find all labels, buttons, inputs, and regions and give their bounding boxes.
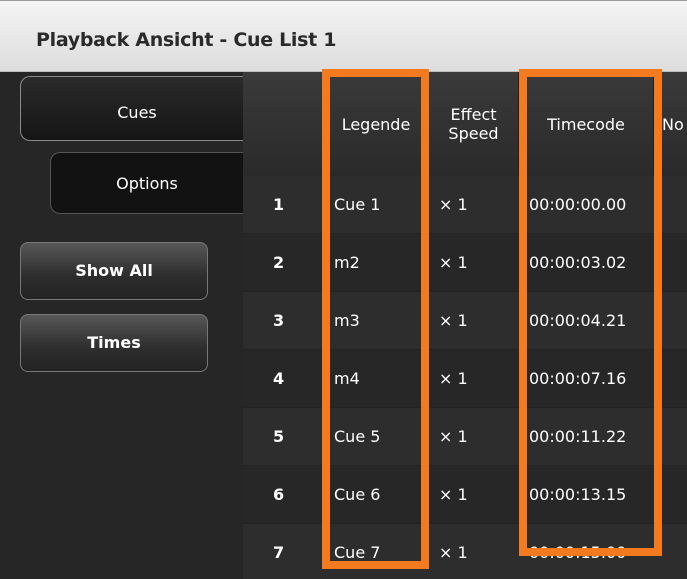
header-legende[interactable]: Legende (323, 72, 428, 176)
cue-timecode[interactable]: 00:00:03.02 (529, 234, 659, 292)
cue-timecode[interactable]: 00:00:00.00 (529, 176, 659, 234)
cue-timecode[interactable]: 00:00:11.22 (529, 408, 659, 466)
cue-effect-speed[interactable]: × 1 (439, 176, 509, 234)
header-next[interactable]: No (653, 72, 687, 176)
table-row[interactable]: 7 Cue 7 × 1 00:00:15.00 (243, 524, 687, 579)
cue-effect-speed[interactable]: × 1 (439, 234, 509, 292)
header-effect-speed[interactable]: Effect Speed (428, 72, 518, 176)
cue-number: 3 (273, 311, 285, 330)
table-row[interactable]: 5 Cue 5 × 1 00:00:11.22 (243, 408, 687, 466)
cue-number: 4 (273, 369, 285, 388)
cue-effect-speed[interactable]: × 1 (439, 350, 509, 408)
header-number[interactable] (243, 72, 323, 176)
cue-number: 1 (273, 195, 285, 214)
window-title: Playback Ansicht - Cue List 1 (36, 29, 337, 51)
cue-table: Legende Effect Speed Timecode No 1 Cue 1… (243, 72, 687, 579)
tab-options[interactable]: Options (50, 152, 243, 214)
cue-timecode[interactable]: 00:00:15.00 (529, 524, 659, 579)
cue-timecode[interactable]: 00:00:13.15 (529, 466, 659, 524)
times-button[interactable]: Times (20, 314, 208, 372)
table-row[interactable]: 1 Cue 1 × 1 00:00:00.00 (243, 176, 687, 234)
cue-legende[interactable]: m3 (334, 292, 429, 350)
cue-legende[interactable]: m4 (334, 350, 429, 408)
cue-timecode[interactable]: 00:00:04.21 (529, 292, 659, 350)
table-header: Legende Effect Speed Timecode No (243, 72, 687, 177)
header-timecode[interactable]: Timecode (518, 72, 653, 176)
title-bar[interactable]: Playback Ansicht - Cue List 1 (0, 0, 687, 72)
cue-timecode[interactable]: 00:00:07.16 (529, 350, 659, 408)
cue-number: 7 (273, 543, 285, 562)
cue-legende[interactable]: m2 (334, 234, 429, 292)
cue-effect-speed[interactable]: × 1 (439, 292, 509, 350)
table-row[interactable]: 3 m3 × 1 00:00:04.21 (243, 292, 687, 350)
cue-legende[interactable]: Cue 5 (334, 408, 429, 466)
table-row[interactable]: 2 m2 × 1 00:00:03.02 (243, 234, 687, 292)
cue-effect-speed[interactable]: × 1 (439, 408, 509, 466)
cue-legende[interactable]: Cue 6 (334, 466, 429, 524)
cue-effect-speed[interactable]: × 1 (439, 524, 509, 579)
tab-cues[interactable]: Cues (20, 76, 253, 141)
cue-legende[interactable]: Cue 7 (334, 524, 429, 579)
cue-legende[interactable]: Cue 1 (334, 176, 429, 234)
cue-number: 6 (273, 485, 285, 504)
show-all-button[interactable]: Show All (20, 242, 208, 300)
playback-window: Playback Ansicht - Cue List 1 Cues Optio… (0, 0, 687, 579)
table-row[interactable]: 6 Cue 6 × 1 00:00:13.15 (243, 466, 687, 524)
cue-effect-speed[interactable]: × 1 (439, 466, 509, 524)
cue-number: 5 (273, 427, 285, 446)
table-row[interactable]: 4 m4 × 1 00:00:07.16 (243, 350, 687, 408)
cue-number: 2 (273, 253, 285, 272)
